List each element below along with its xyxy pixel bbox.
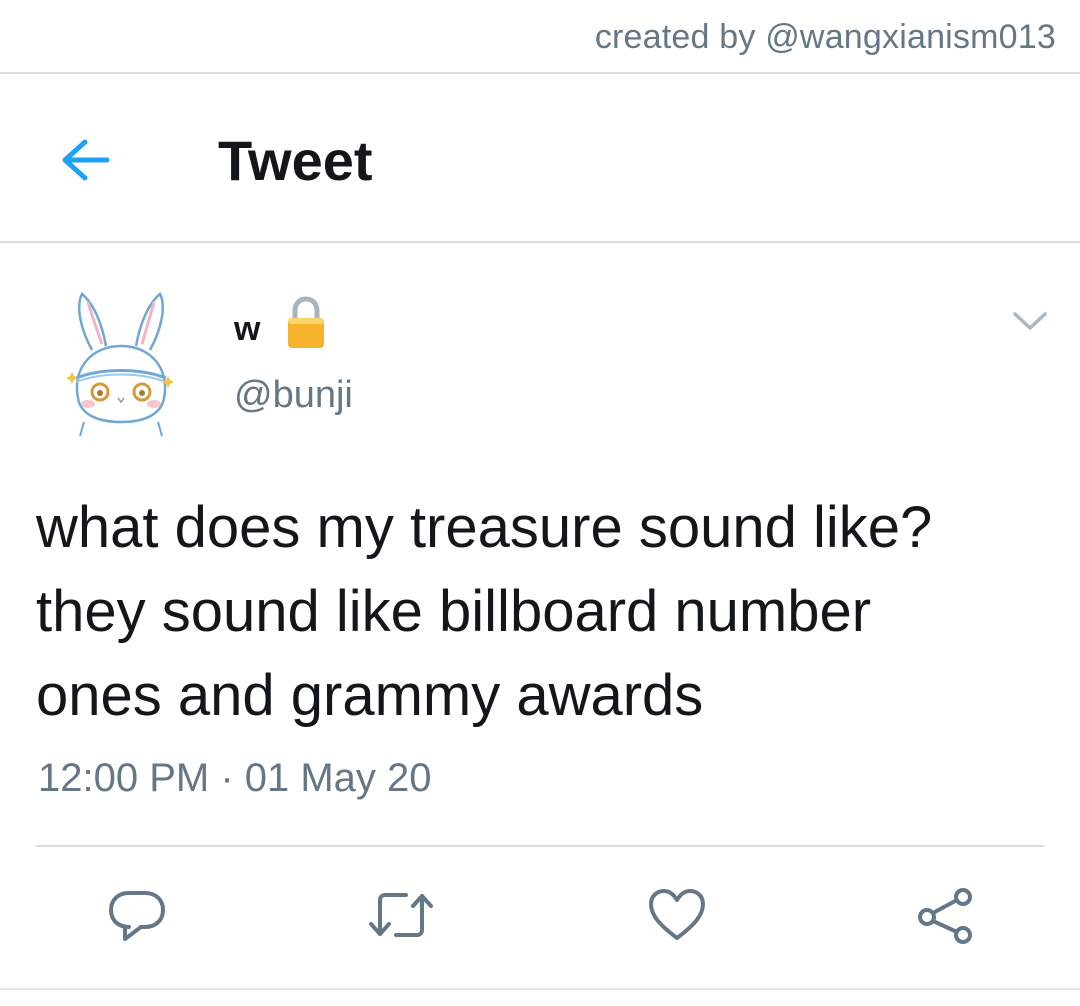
back-button[interactable] (50, 130, 120, 190)
reply-button[interactable] (102, 880, 172, 950)
credit-text: created by @wangxianism013 (594, 18, 1056, 56)
retweet-button[interactable] (366, 880, 436, 950)
app-header: Tweet (0, 74, 1080, 242)
retweet-icon (369, 893, 433, 937)
tweet-text: what does my treasure sound like? they s… (36, 486, 1066, 738)
share-icon (918, 888, 972, 944)
page-title: Tweet (218, 129, 373, 192)
like-button[interactable] (642, 880, 712, 950)
display-name[interactable]: w (234, 310, 260, 349)
tweet-timestamp[interactable]: 12:00 PM · 01 May 20 (38, 756, 432, 801)
tweet-text-line: ones and grammy awards (36, 663, 704, 728)
heart-icon (649, 889, 705, 940)
chevron-down-icon (1013, 312, 1047, 330)
tweet-actions-bar (0, 880, 1080, 950)
share-button[interactable] (910, 880, 980, 950)
bunny-avatar-icon (66, 292, 174, 437)
arrow-left-icon (62, 139, 110, 181)
username[interactable]: @bunji (234, 374, 353, 417)
tweet-text-line: what does my treasure sound like? (36, 495, 933, 560)
divider (36, 845, 1044, 847)
divider (0, 241, 1080, 243)
lock-icon (288, 296, 324, 348)
reply-icon (109, 891, 165, 941)
tweet-text-line: they sound like billboard number (36, 579, 872, 644)
more-options-button[interactable] (1008, 304, 1052, 338)
divider (0, 988, 1080, 990)
tweet-screen: created by @wangxianism013 Tweet w @bunj… (0, 0, 1080, 1006)
avatar[interactable] (62, 288, 180, 438)
